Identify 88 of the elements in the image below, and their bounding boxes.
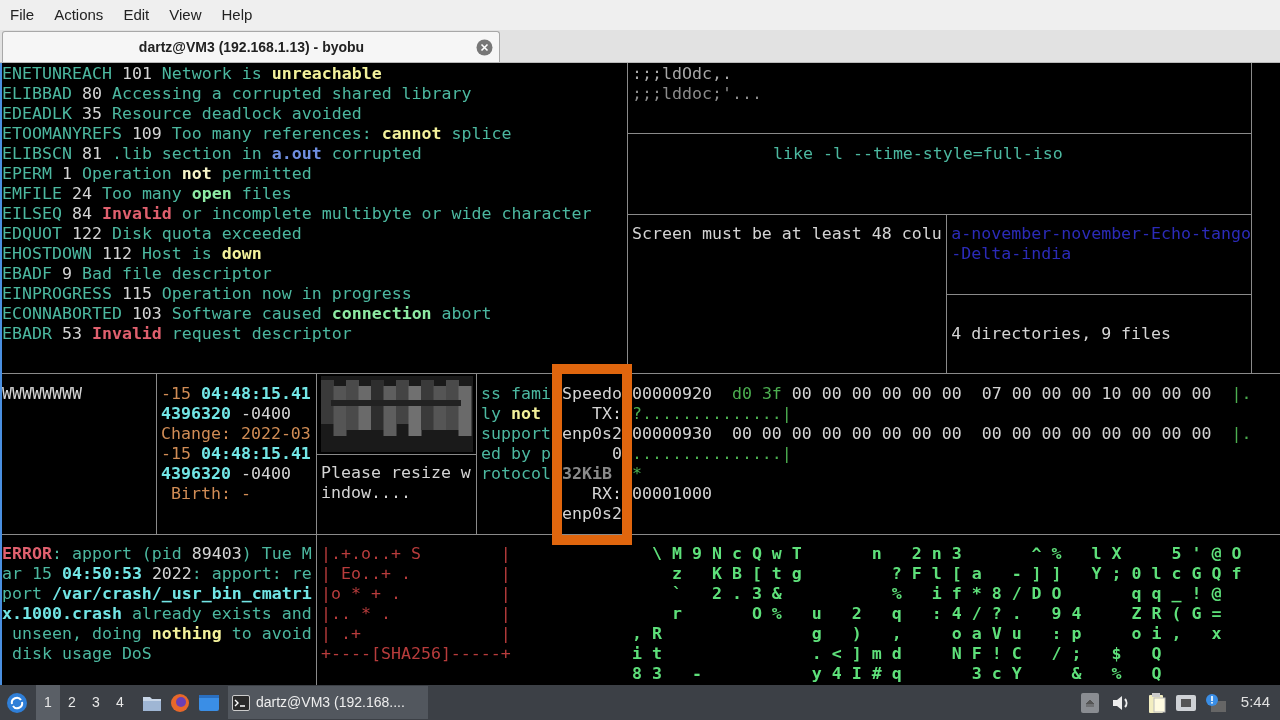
terminal-line: * bbox=[632, 464, 643, 484]
terminal-line: -15 04:48:15.41 bbox=[161, 384, 312, 404]
terminal-line: EMFILE 24 Too many open files bbox=[2, 184, 293, 204]
terminal-line: ETOOMANYREFS 109 Too many references: cannot splice bbox=[2, 124, 513, 144]
terminal-line: 00000930 00 00 00 00 00 00 00 00 00 00 00 00 00 00 00 00 |. bbox=[632, 424, 1252, 444]
terminal-line: like -l --time-style=full-iso bbox=[773, 144, 1064, 164]
workspace-button[interactable]: 1 bbox=[36, 685, 60, 720]
terminal-line: -15 04:48:15.41 bbox=[161, 444, 312, 464]
terminal-line: |.+.o..+ S | bbox=[321, 544, 512, 564]
menu-item[interactable]: File bbox=[0, 0, 45, 30]
terminal-line: 4 directories, 9 files bbox=[951, 324, 1173, 344]
terminal-line: ELIBSCN 81 .lib section in a.out corrupted bbox=[2, 144, 423, 164]
menu-item[interactable]: Edit bbox=[113, 0, 160, 30]
terminal-line: ?..............| bbox=[632, 404, 793, 424]
terminal-line: Change: 2022-03 bbox=[161, 424, 312, 444]
terminal-line: ...............| bbox=[632, 444, 793, 464]
terminal-line: ly not bbox=[481, 404, 542, 424]
terminal-line: r O % u 2 q : 4 / ? . 9 4 Z R ( G = bbox=[670, 604, 1223, 624]
terminal-line: EBADF 9 Bad file descriptor bbox=[2, 264, 273, 284]
terminal-line: disk usage DoS bbox=[11, 644, 153, 664]
terminal-line: Screen must be at least 48 colu bbox=[632, 224, 943, 244]
terminal-line: ss fami bbox=[481, 384, 552, 404]
close-icon[interactable] bbox=[476, 38, 493, 56]
menu-item[interactable]: View bbox=[159, 0, 212, 30]
terminal-line: ERROR: apport (pid 89403) Tue M bbox=[2, 544, 313, 564]
terminal-line: EPERM 1 Operation not permitted bbox=[2, 164, 313, 184]
terminal-line: ;;;lddoc;'... bbox=[632, 84, 763, 104]
terminal-line: EDQUOT 122 Disk quota exceeded bbox=[2, 224, 303, 244]
terminal-line: 00000920 d0 3f 00 00 00 00 00 00 07 00 00 00 10 00 00 00 |. bbox=[632, 384, 1252, 404]
terminal-line: Speedo bbox=[562, 384, 622, 404]
workspace-button[interactable]: 2 bbox=[60, 685, 84, 720]
network-icon[interactable] bbox=[1174, 693, 1197, 712]
terminal-line: support bbox=[481, 424, 552, 444]
terminal-line: 32KiB bbox=[562, 464, 613, 484]
terminal-line: enp0s2 bbox=[562, 424, 622, 444]
terminal-line: 0 bbox=[610, 444, 622, 464]
terminal-line: WWWWWWWW bbox=[2, 384, 83, 404]
terminal-line: EILSEQ 84 Invalid or incomplete multibyte or wide character bbox=[2, 204, 593, 224]
terminal-line: 4396320 -0400 bbox=[161, 464, 292, 484]
terminal-line: ar 15 04:50:53 2022: apport: re bbox=[2, 564, 313, 584]
window-icon[interactable] bbox=[198, 693, 220, 712]
terminal-icon bbox=[232, 694, 250, 711]
terminal-line: ECONNABORTED 103 Software caused connection abort bbox=[2, 304, 493, 324]
terminal-line: |o * + . | bbox=[321, 584, 512, 604]
menu-item[interactable]: Help bbox=[211, 0, 263, 30]
terminal-line: unseen, doing nothing to avoid bbox=[11, 624, 313, 644]
terminal-line: EHOSTDOWN 112 Host is down bbox=[2, 244, 263, 264]
terminal-line: | Eo..+ . | bbox=[321, 564, 512, 584]
terminal-line: RX: bbox=[590, 484, 622, 504]
terminal-line: i t . < ] m d N F ! C / ; $ Q bbox=[632, 644, 1163, 664]
terminal-line: x.1000.crash already exists and bbox=[2, 604, 313, 624]
terminal-line: ENETUNREACH 101 Network is unreachable bbox=[2, 64, 383, 84]
terminal-line: ELIBBAD 80 Accessing a corrupted shared library bbox=[2, 84, 473, 104]
terminal-line: +----[SHA256]-----+ bbox=[321, 644, 512, 664]
clock: 5:44 bbox=[1240, 692, 1270, 713]
terminal-line: 8 3 - y 4 I # q 3 c Y & % Q bbox=[632, 664, 1163, 684]
terminal-line: Please resize w bbox=[321, 463, 472, 483]
terminal-line: , R g ) , o a V u : p o i , x bbox=[632, 624, 1223, 644]
terminal-line: EBADR 53 Invalid request descriptor bbox=[2, 324, 353, 344]
terminal-line: 4396320 -0400 bbox=[161, 404, 292, 424]
globe-icon[interactable] bbox=[170, 692, 190, 713]
terminal-line: ed by p bbox=[481, 444, 552, 464]
taskbar-button[interactable]: dartz@VM3 (192.168.... bbox=[228, 686, 428, 719]
notification-icon[interactable] bbox=[1204, 692, 1227, 713]
menu-item[interactable]: Actions bbox=[44, 0, 114, 30]
terminal-line: :;;ldOdc,. bbox=[632, 64, 733, 84]
terminal-line: \ M 9 N c Q w T n 2 n 3 ^ % l X 5 ' @ O bbox=[650, 544, 1243, 564]
terminal-line: 00001000 bbox=[632, 484, 713, 504]
terminal-line: | .+ | bbox=[321, 624, 512, 644]
terminal-line: Birth: - bbox=[170, 484, 252, 504]
terminal-line: |.. * . | bbox=[321, 604, 512, 624]
workspace-button[interactable]: 3 bbox=[84, 685, 108, 720]
terminal-line: indow.... bbox=[321, 483, 412, 503]
tab[interactable]: dartz@VM3 (192.168.1.13) - byobu bbox=[2, 31, 500, 62]
workspace-button[interactable]: 4 bbox=[108, 685, 132, 720]
terminal-line: rotocol bbox=[481, 464, 552, 484]
terminal-line: ` 2 . 3 & % i f * 8 / D O q q _ ! @ bbox=[670, 584, 1223, 604]
terminal-line: z K B [ t g ? F l [ a - ] ] Y ; 0 l c G Q f bbox=[670, 564, 1243, 584]
eject-icon[interactable] bbox=[1080, 692, 1099, 713]
terminal-line: EDEADLK 35 Resource deadlock avoided bbox=[2, 104, 363, 124]
terminal-line: -Delta-india bbox=[951, 244, 1073, 264]
start-menu-icon[interactable] bbox=[6, 691, 28, 714]
terminal-line: EINPROGRESS 115 Operation now in progress bbox=[2, 284, 413, 304]
terminal-line: port /var/crash/_usr_bin_cmatri bbox=[2, 584, 313, 604]
terminal-line: enp0s2 bbox=[562, 504, 622, 524]
terminal-line: a-november-november-Echo-tango bbox=[951, 224, 1251, 244]
terminal-line: TX: bbox=[590, 404, 622, 424]
clipboard-icon[interactable] bbox=[1146, 691, 1167, 714]
